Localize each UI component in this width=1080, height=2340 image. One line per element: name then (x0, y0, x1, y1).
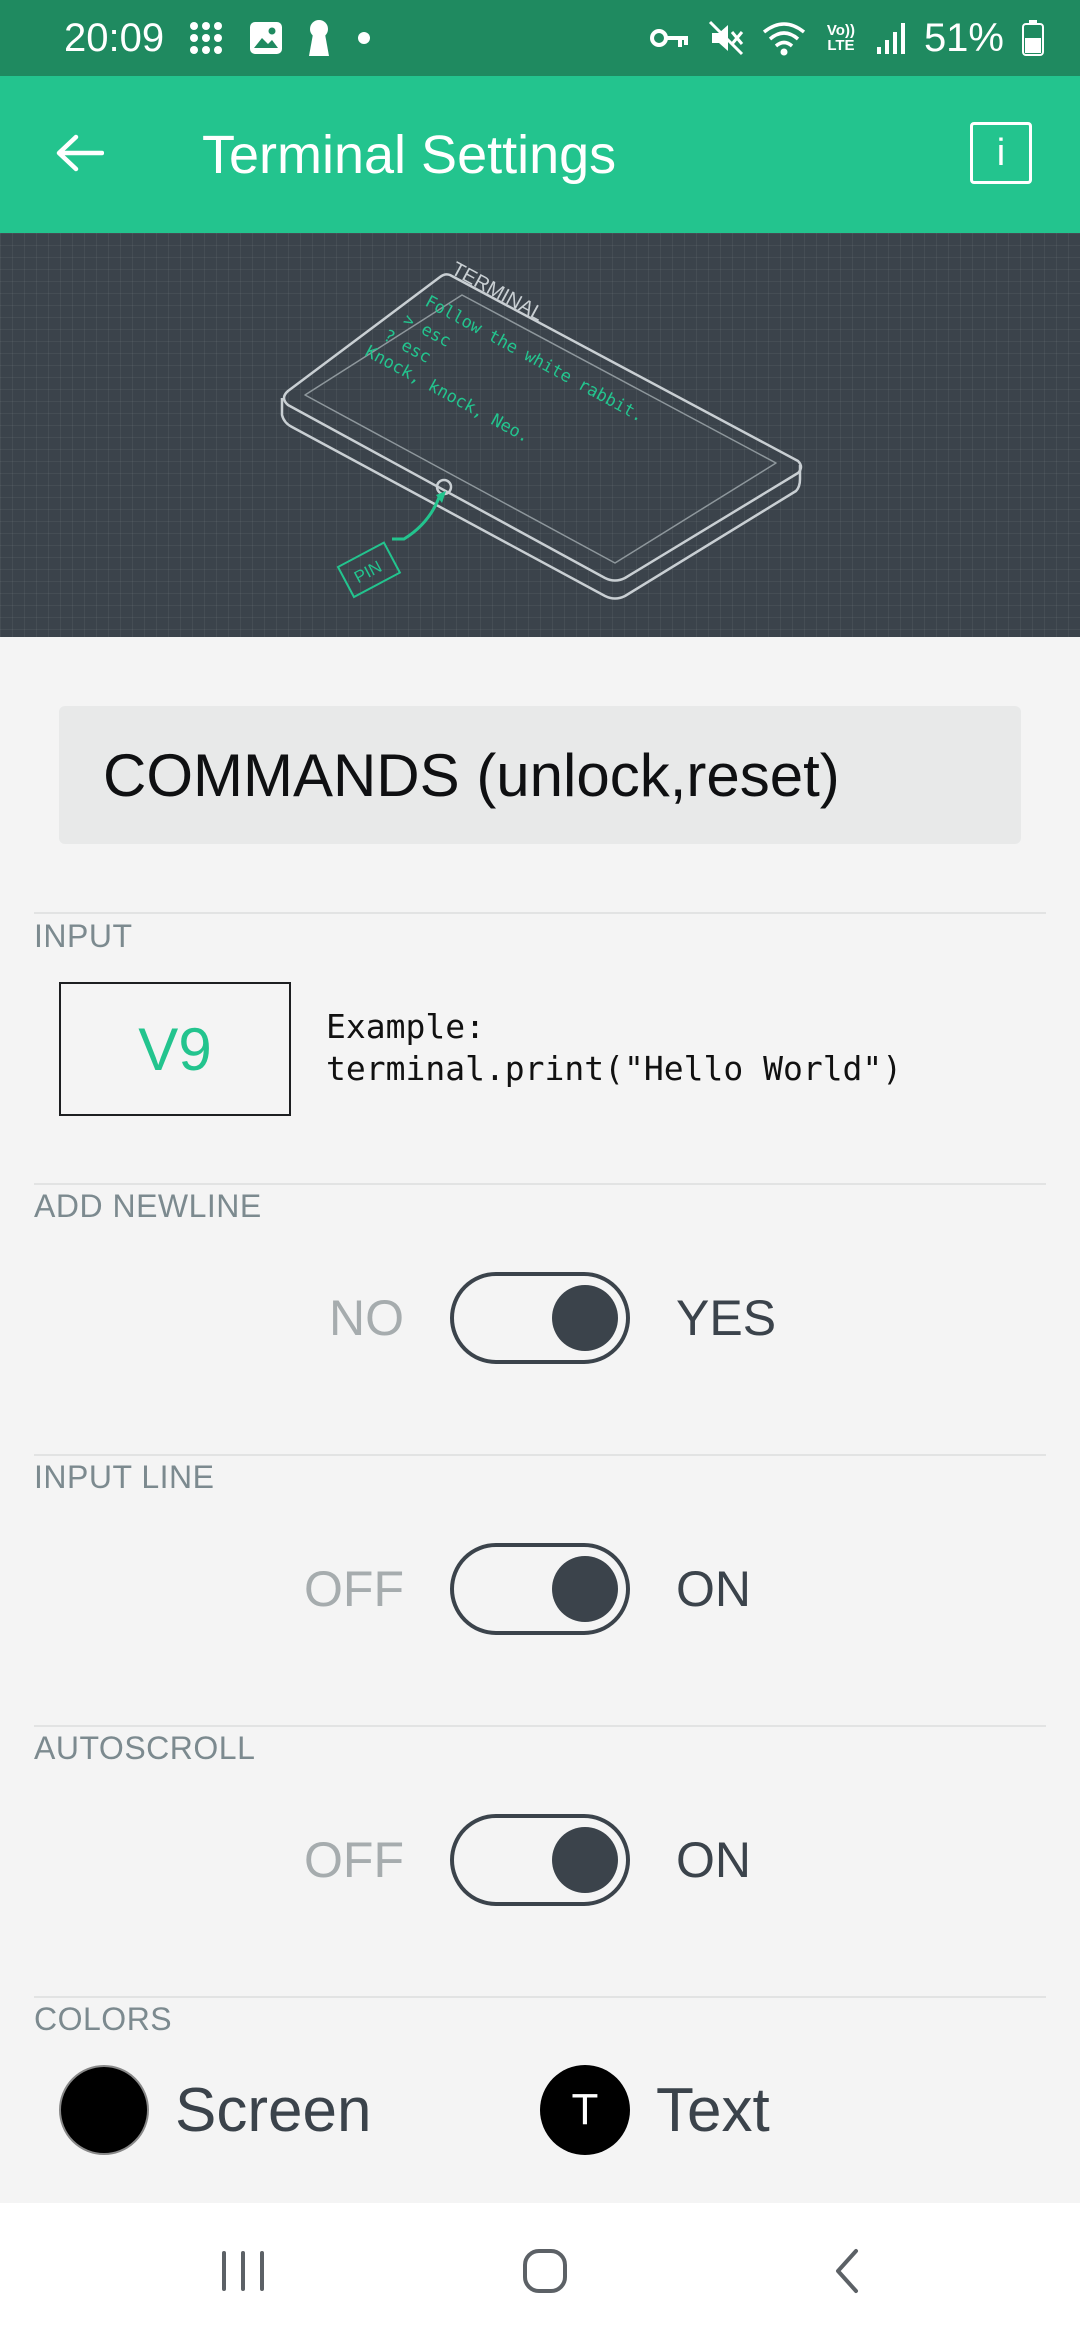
terminal-illustration: TERMINAL Follow the white rabbit. > esc … (0, 233, 1080, 637)
pin-select-button[interactable]: V9 (59, 982, 291, 1116)
input-line-row: OFF ON (0, 1543, 1080, 1635)
colors-label: COLORS (34, 2001, 173, 2037)
dots-grid-icon (186, 18, 226, 58)
input-section-label: INPUT (34, 918, 133, 954)
input-line-on-label: ON (676, 1561, 751, 1617)
status-time: 20:09 (64, 15, 165, 60)
gallery-icon (248, 20, 284, 56)
input-line-toggle[interactable] (450, 1543, 630, 1635)
add-newline-row: NO YES (0, 1272, 1080, 1364)
illustration-line-4: Knock, knock, Neo. (362, 342, 533, 447)
battery-percent: 51% (923, 15, 1004, 60)
divider (34, 1996, 1046, 1998)
network-label: Vo)) LTE (826, 22, 855, 54)
divider (34, 912, 1046, 914)
autoscroll-label: AUTOSCROLL (34, 1730, 256, 1766)
example-text: Example: terminal.print("Hello World") (326, 1006, 902, 1090)
back-button[interactable] (44, 120, 114, 190)
input-line-off-label: OFF (304, 1561, 404, 1617)
text-color-picker[interactable]: T Text (540, 2064, 770, 2156)
arrow-left-icon (54, 133, 105, 178)
recent-apps-button[interactable] (183, 2233, 303, 2313)
text-color-swatch: T (540, 2065, 630, 2155)
wifi-icon (762, 20, 806, 56)
back-nav-button[interactable] (788, 2233, 908, 2313)
mute-icon (708, 20, 744, 56)
info-icon: i (996, 131, 1006, 174)
divider (34, 1454, 1046, 1456)
home-icon (520, 2246, 570, 2301)
autoscroll-row: OFF ON (0, 1814, 1080, 1906)
keyhole-icon (306, 18, 332, 58)
example-line-1: Example: (326, 1007, 485, 1046)
autoscroll-off-label: OFF (304, 1832, 404, 1888)
add-newline-toggle[interactable] (450, 1272, 630, 1364)
volte-icon: Vo)) LTE (824, 23, 858, 53)
divider (34, 1183, 1046, 1185)
toggle-knob (552, 1556, 618, 1622)
pin-value: V9 (138, 1015, 212, 1083)
screen-color-label: Screen (175, 2075, 372, 2145)
notification-dot-icon (354, 28, 374, 48)
divider (34, 1725, 1046, 1727)
add-newline-label: ADD NEWLINE (34, 1188, 262, 1224)
widget-name-input[interactable]: COMMANDS (unlock,reset) (59, 706, 1021, 844)
add-newline-on-label: YES (676, 1290, 777, 1346)
screen-color-picker[interactable]: Screen (59, 2064, 371, 2156)
home-button[interactable] (485, 2233, 605, 2313)
input-line-label: INPUT LINE (34, 1459, 215, 1495)
autoscroll-toggle[interactable] (450, 1814, 630, 1906)
system-nav-bar (0, 2203, 1080, 2340)
example-line-2: terminal.print("Hello World") (326, 1049, 903, 1088)
status-bar: 20:09 Vo)) LTE 51% (0, 0, 1080, 76)
text-color-label: Text (656, 2075, 770, 2145)
chevron-left-icon (828, 2246, 868, 2301)
vpn-key-icon (649, 23, 690, 53)
text-swatch-letter: T (571, 2085, 599, 2134)
signal-icon (876, 21, 906, 55)
app-bar: Terminal Settings i (0, 76, 1080, 233)
page-title: Terminal Settings (202, 124, 617, 185)
toggle-knob (552, 1285, 618, 1351)
add-newline-off-label: NO (329, 1290, 404, 1346)
toggle-knob (552, 1827, 618, 1893)
autoscroll-on-label: ON (676, 1832, 751, 1888)
battery-icon (1022, 20, 1044, 56)
recent-apps-icon (218, 2249, 268, 2298)
screen-color-swatch (59, 2065, 149, 2155)
info-button[interactable]: i (970, 122, 1032, 184)
